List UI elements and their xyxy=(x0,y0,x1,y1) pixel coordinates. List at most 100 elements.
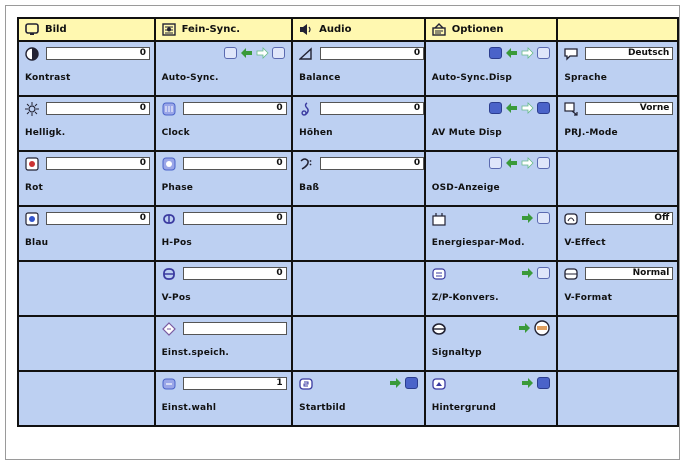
setting-v-effect[interactable]: Off V-Effect xyxy=(556,205,679,262)
v-format-label: V-Format xyxy=(564,293,613,303)
z-p-konvers-label: Z/P-Konvers. xyxy=(431,293,499,303)
setting-z-p-konvers[interactable]: Z/P-Konvers. xyxy=(423,260,559,317)
blau-label: Blau xyxy=(25,238,49,248)
blau-value-field[interactable]: 0 xyxy=(46,212,150,225)
setting-osd-anzeige[interactable]: OSD-Anzeige xyxy=(423,150,559,207)
interlace-progressive-icon xyxy=(432,268,446,280)
setting-balance[interactable]: 0 Balance xyxy=(291,40,426,97)
setting-auto-sync[interactable]: Auto-Sync. xyxy=(153,40,294,97)
setting-h-pos[interactable]: 0 H-Pos xyxy=(153,205,294,262)
background-icon xyxy=(432,378,446,390)
energiespar-toggle[interactable] xyxy=(521,210,551,226)
setting-v-format[interactable]: Normal V-Format xyxy=(556,260,679,317)
energy-save-icon xyxy=(432,213,446,226)
tab-extra xyxy=(556,17,679,42)
helligk-label: Helligk. xyxy=(25,128,66,138)
menu-row: 1 Einst.wahl Startbild Hintergrund xyxy=(17,370,679,427)
projector-mode-icon xyxy=(564,102,578,116)
header-row: Bild Fein-Sync. Audio Optionen xyxy=(17,17,679,42)
setting-signaltyp[interactable]: Signaltyp xyxy=(423,315,559,372)
sprache-value-field[interactable]: Deutsch xyxy=(585,47,674,60)
menu-row: 0 Rot 0 Phase 0 Baß OSD-Anzeige xyxy=(17,150,679,207)
v-pos-value-field[interactable]: 0 xyxy=(182,267,287,280)
setting-hoehen[interactable]: 0 Höhen xyxy=(291,95,426,152)
setting-blau[interactable]: 0 Blau xyxy=(17,205,156,262)
phase-icon xyxy=(162,157,176,171)
setting-einst-speich[interactable]: Einst.speich. xyxy=(153,315,294,372)
startup-screen-icon xyxy=(299,378,313,390)
tab-optionen[interactable]: Optionen xyxy=(423,17,559,42)
setting-helligk[interactable]: 0 Helligk. xyxy=(17,95,156,152)
setting-phase[interactable]: 0 Phase xyxy=(153,150,294,207)
signal-type-icon xyxy=(431,323,446,335)
setting-sprache[interactable]: Deutsch Sprache xyxy=(556,40,679,97)
signaltyp-toggle[interactable] xyxy=(518,320,551,336)
empty-cell xyxy=(291,205,426,262)
menu-row: 0 V-Pos Z/P-Konvers. Normal V-Format xyxy=(17,260,679,317)
auto-sync-disp-label: Auto-Sync.Disp xyxy=(431,73,513,83)
rot-label: Rot xyxy=(25,183,44,193)
horizontal-position-icon xyxy=(162,214,175,224)
einst-speich-value-field[interactable] xyxy=(182,322,287,335)
balance-value-field[interactable]: 0 xyxy=(320,47,425,60)
h-pos-value-field[interactable]: 0 xyxy=(182,212,287,225)
startbild-toggle[interactable] xyxy=(389,375,418,391)
startup-mode-icon xyxy=(404,377,418,389)
menu-row: 0 Helligk. 0 Clock 0 Höhen AV Mute Disp … xyxy=(17,95,679,152)
save-setting-icon xyxy=(161,322,176,336)
tab-fein-sync[interactable]: Fein-Sync. xyxy=(153,17,294,42)
phase-value-field[interactable]: 0 xyxy=(182,157,287,170)
rot-value-field[interactable]: 0 xyxy=(46,157,150,170)
z-p-konvers-toggle[interactable] xyxy=(521,265,551,281)
hintergrund-toggle[interactable] xyxy=(521,375,551,391)
v-effect-value-field[interactable]: Off xyxy=(585,212,674,225)
tab-bild[interactable]: Bild xyxy=(17,17,156,42)
phase-label: Phase xyxy=(161,183,194,193)
off-state-icon xyxy=(224,47,238,59)
hoehen-value-field[interactable]: 0 xyxy=(320,102,425,115)
select-setting-icon xyxy=(162,378,176,390)
v-effect-label: V-Effect xyxy=(564,238,606,248)
startbild-label: Startbild xyxy=(299,403,346,413)
setting-energiespar[interactable]: Energiespar-Mod. xyxy=(423,205,559,262)
blue-color-icon xyxy=(25,212,39,226)
tab-audio[interactable]: Audio xyxy=(291,17,426,42)
tab-fein-sync-label: Fein-Sync. xyxy=(181,24,241,35)
setting-v-pos[interactable]: 0 V-Pos xyxy=(153,260,294,317)
fine-sync-icon xyxy=(161,23,176,36)
menu-row: Einst.speich. Signaltyp xyxy=(17,315,679,372)
clock-value-field[interactable]: 0 xyxy=(182,102,287,115)
osd-anzeige-toggle[interactable] xyxy=(489,155,551,171)
einst-wahl-value-field[interactable]: 1 xyxy=(182,377,287,390)
setting-kontrast[interactable]: 0 Kontrast xyxy=(17,40,156,97)
setting-rot[interactable]: 0 Rot xyxy=(17,150,156,207)
setting-hintergrund[interactable]: Hintergrund xyxy=(423,370,559,427)
auto-sync-disp-toggle[interactable] xyxy=(489,45,551,61)
setting-auto-sync-disp[interactable]: Auto-Sync.Disp xyxy=(423,40,559,97)
prj-mode-value-field[interactable]: Vorne xyxy=(585,102,674,115)
setting-prj-mode[interactable]: Vorne PRJ.-Mode xyxy=(556,95,679,152)
speech-bubble-icon xyxy=(564,48,578,61)
kontrast-value-field[interactable]: 0 xyxy=(46,47,150,60)
on-state-icon xyxy=(489,47,503,59)
av-mute-disp-toggle[interactable] xyxy=(489,100,551,116)
arrow-left-icon xyxy=(506,103,518,113)
av-mute-disp-label: AV Mute Disp xyxy=(431,128,502,138)
energy-mode-icon xyxy=(537,212,551,224)
setting-startbild[interactable]: Startbild xyxy=(291,370,426,427)
helligk-value-field[interactable]: 0 xyxy=(46,102,150,115)
v-pos-label: V-Pos xyxy=(161,293,191,303)
menu-grid: Bild Fein-Sync. Audio Optionen 0 Kontras… xyxy=(17,17,679,427)
arrow-right-icon xyxy=(522,213,534,223)
brightness-icon xyxy=(25,102,39,116)
empty-cell xyxy=(556,370,679,427)
auto-sync-toggle[interactable] xyxy=(224,45,286,61)
arrow-right-icon xyxy=(519,323,531,333)
v-format-value-field[interactable]: Normal xyxy=(585,267,674,280)
setting-bass[interactable]: 0 Baß xyxy=(291,150,426,207)
setting-clock[interactable]: 0 Clock xyxy=(153,95,294,152)
empty-cell xyxy=(17,315,156,372)
bass-value-field[interactable]: 0 xyxy=(320,157,425,170)
setting-einst-wahl[interactable]: 1 Einst.wahl xyxy=(153,370,294,427)
setting-av-mute-disp[interactable]: AV Mute Disp xyxy=(423,95,559,152)
